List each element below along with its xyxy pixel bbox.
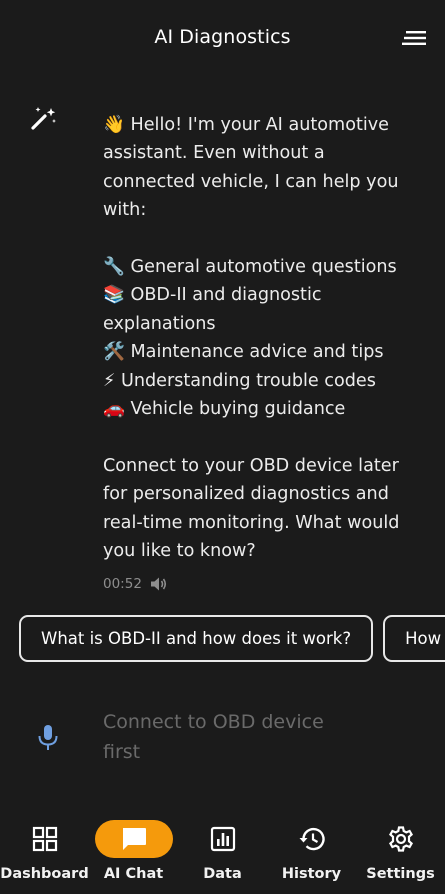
history-icon	[299, 827, 325, 851]
chat-input[interactable]: Connect to OBD device first	[103, 707, 353, 767]
ai-magic-wand-icon	[28, 104, 58, 134]
speaker-icon	[150, 577, 166, 591]
nav-item-settings[interactable]: Settings	[356, 808, 445, 894]
nav-item-ai-chat[interactable]: AI Chat	[89, 808, 178, 894]
nav-label: AI Chat	[103, 866, 164, 882]
speaker-button[interactable]	[150, 576, 168, 592]
suggestion-chip[interactable]: How often should I change my oil?	[383, 615, 445, 662]
nav-item-data[interactable]: Data	[178, 808, 267, 894]
app-header: AI Diagnostics	[0, 0, 445, 78]
microphone-icon	[38, 725, 58, 750]
nav-label: Settings	[366, 866, 435, 882]
dashboard-icon	[32, 826, 57, 852]
nav-label: History	[281, 866, 342, 882]
suggestion-chips: What is OBD-II and how does it work? How …	[19, 615, 445, 663]
bottom-navigation: Dashboard AI Chat Data History Settings	[0, 808, 445, 894]
chat-icon	[122, 828, 146, 850]
page-title: AI Diagnostics	[154, 26, 291, 48]
mic-button[interactable]	[36, 723, 60, 753]
settings-icon	[388, 826, 413, 852]
menu-button[interactable]	[399, 24, 429, 52]
nav-label: Dashboard	[0, 866, 89, 882]
data-icon	[210, 826, 235, 852]
message-timestamp: 00:52	[103, 576, 142, 592]
message-meta: 00:52	[103, 574, 168, 594]
sort-menu-icon	[402, 31, 426, 45]
nav-item-history[interactable]: History	[267, 808, 356, 894]
app-screen: AI Diagnostics 👋 Hello! I'm your AI auto…	[0, 0, 445, 894]
suggestion-chip[interactable]: What is OBD-II and how does it work?	[19, 615, 374, 662]
nav-item-dashboard[interactable]: Dashboard	[0, 808, 89, 894]
nav-label: Data	[203, 866, 242, 882]
ai-message-text: 👋 Hello! I'm your AI automotive assistan…	[103, 115, 400, 562]
